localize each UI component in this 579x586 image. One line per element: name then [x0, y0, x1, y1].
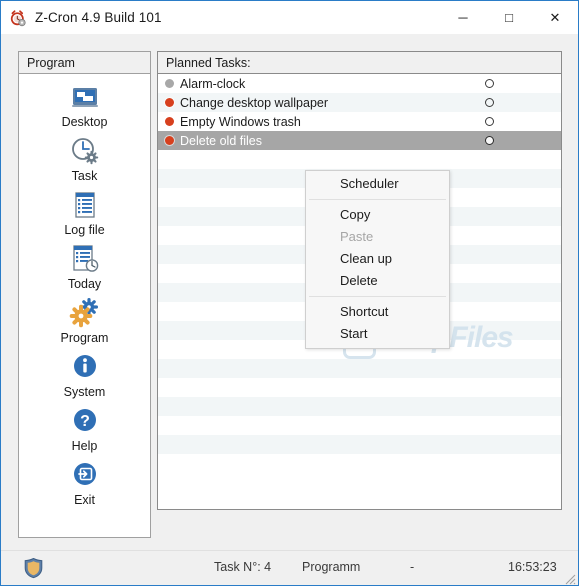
- sidebar-item-help[interactable]: ? Help: [19, 404, 150, 453]
- task-run-indicator-icon[interactable]: [485, 136, 494, 145]
- task-run-indicator-icon[interactable]: [485, 98, 494, 107]
- task-row[interactable]: Change desktop wallpaper: [158, 93, 561, 112]
- menu-item-shortcut[interactable]: Shortcut: [306, 301, 449, 323]
- question-icon: ?: [68, 404, 102, 438]
- minimize-button[interactable]: ─: [440, 2, 486, 34]
- sidebar-item-desktop[interactable]: Desktop: [19, 80, 150, 129]
- menu-separator: [309, 296, 446, 297]
- sidebar-item-label: Desktop: [61, 115, 108, 129]
- window-title: Z-Cron 4.9 Build 101: [35, 10, 162, 25]
- desktop-icon: [68, 80, 102, 114]
- sidebar-item-log-file[interactable]: Log file: [19, 188, 150, 237]
- sidebar-item-label: System: [63, 385, 106, 399]
- menu-item-start[interactable]: Start: [306, 323, 449, 345]
- task-row-empty[interactable]: [158, 416, 561, 435]
- client-area: Program Desktop Task Log file Today Prog…: [1, 34, 578, 585]
- document-clock-icon: [68, 242, 102, 276]
- sidebar-item-exit[interactable]: Exit: [19, 458, 150, 507]
- shield-icon: [23, 557, 44, 579]
- maximize-icon: □: [505, 10, 513, 25]
- resize-grip[interactable]: [562, 571, 576, 585]
- task-name: Empty Windows trash: [180, 114, 301, 129]
- sidebar-item-label: Exit: [74, 493, 95, 507]
- alarm-clock-icon: [9, 9, 27, 27]
- menu-item-scheduler[interactable]: Scheduler: [306, 173, 449, 195]
- status-dot-inactive-icon: [164, 79, 174, 88]
- status-time: 16:53:23: [508, 560, 557, 574]
- task-row[interactable]: Empty Windows trash: [158, 112, 561, 131]
- task-status-indicator: [158, 79, 180, 88]
- planned-tasks-header-label: Planned Tasks:: [166, 55, 251, 70]
- task-row-empty[interactable]: [158, 359, 561, 378]
- sidebar-item-label: Task: [71, 169, 98, 183]
- sidebar-item-label: Today: [67, 277, 102, 291]
- task-row[interactable]: Delete old files: [158, 131, 561, 150]
- sidebar-item-label: Log file: [64, 223, 105, 237]
- menu-item-paste: Paste: [340, 229, 374, 244]
- context-menu[interactable]: Scheduler Copy Paste Clean up Delete Shortcut…: [305, 170, 450, 349]
- window-controls: ─ □ ✕: [440, 2, 578, 34]
- sidebar-header-label: Program: [27, 55, 75, 70]
- sidebar-header: Program: [19, 52, 150, 74]
- close-button[interactable]: ✕: [532, 2, 578, 34]
- task-status-indicator: [158, 98, 180, 107]
- sidebar-item-program[interactable]: Program: [19, 296, 150, 345]
- menu-item-copy[interactable]: Copy: [306, 204, 449, 226]
- minimize-icon: ─: [458, 10, 468, 25]
- sidebar-item-list: Desktop Task Log file Today Program Syst…: [19, 74, 150, 507]
- clock-gear-icon: [68, 134, 102, 168]
- task-row-empty[interactable]: [158, 454, 561, 473]
- info-icon: [68, 350, 102, 384]
- status-mode: Programm: [302, 560, 361, 574]
- application-window: Z-Cron 4.9 Build 101 ─ □ ✕ Program Deskt…: [0, 0, 579, 586]
- sidebar-item-label: Help: [71, 439, 98, 453]
- svg-text:?: ?: [80, 413, 90, 430]
- task-row-empty[interactable]: [158, 150, 561, 169]
- task-name: Alarm-clock: [180, 76, 246, 91]
- status-dot-active-icon: [164, 136, 174, 145]
- status-dot-active-icon: [164, 98, 174, 107]
- status-task-count: Task N°: 4: [214, 560, 272, 574]
- gears-icon: [68, 296, 102, 330]
- sidebar-panel: Program Desktop Task Log file Today Prog…: [18, 51, 151, 538]
- sidebar-item-label: Program: [60, 331, 109, 345]
- menu-item-clean-up[interactable]: Clean up: [306, 248, 449, 270]
- status-extra: -: [410, 560, 415, 574]
- status-dot-active-icon: [164, 117, 174, 126]
- close-icon: ✕: [549, 10, 561, 25]
- maximize-button[interactable]: □: [486, 2, 532, 34]
- task-status-indicator: [158, 117, 180, 126]
- task-status-indicator: [158, 136, 180, 145]
- sidebar-item-system[interactable]: System: [19, 350, 150, 399]
- menu-item-delete[interactable]: Delete: [306, 270, 449, 292]
- sidebar-item-task[interactable]: Task: [19, 134, 150, 183]
- task-run-indicator-icon[interactable]: [485, 79, 494, 88]
- sidebar-item-today[interactable]: Today: [19, 242, 150, 291]
- status-bar: Task N°: 4 Programm - 16:53:23: [1, 550, 578, 585]
- task-row-empty[interactable]: [158, 435, 561, 454]
- task-row-empty[interactable]: [158, 397, 561, 416]
- task-row[interactable]: Alarm-clock: [158, 74, 561, 93]
- title-bar: Z-Cron 4.9 Build 101 ─ □ ✕: [1, 1, 578, 34]
- document-list-icon: [68, 188, 102, 222]
- task-run-indicator-icon[interactable]: [485, 117, 494, 126]
- task-name: Change desktop wallpaper: [180, 95, 329, 110]
- task-row-empty[interactable]: [158, 378, 561, 397]
- planned-tasks-header: Planned Tasks:: [158, 52, 561, 74]
- menu-separator: [309, 199, 446, 200]
- exit-icon: [68, 458, 102, 492]
- task-name: Delete old files: [180, 133, 262, 148]
